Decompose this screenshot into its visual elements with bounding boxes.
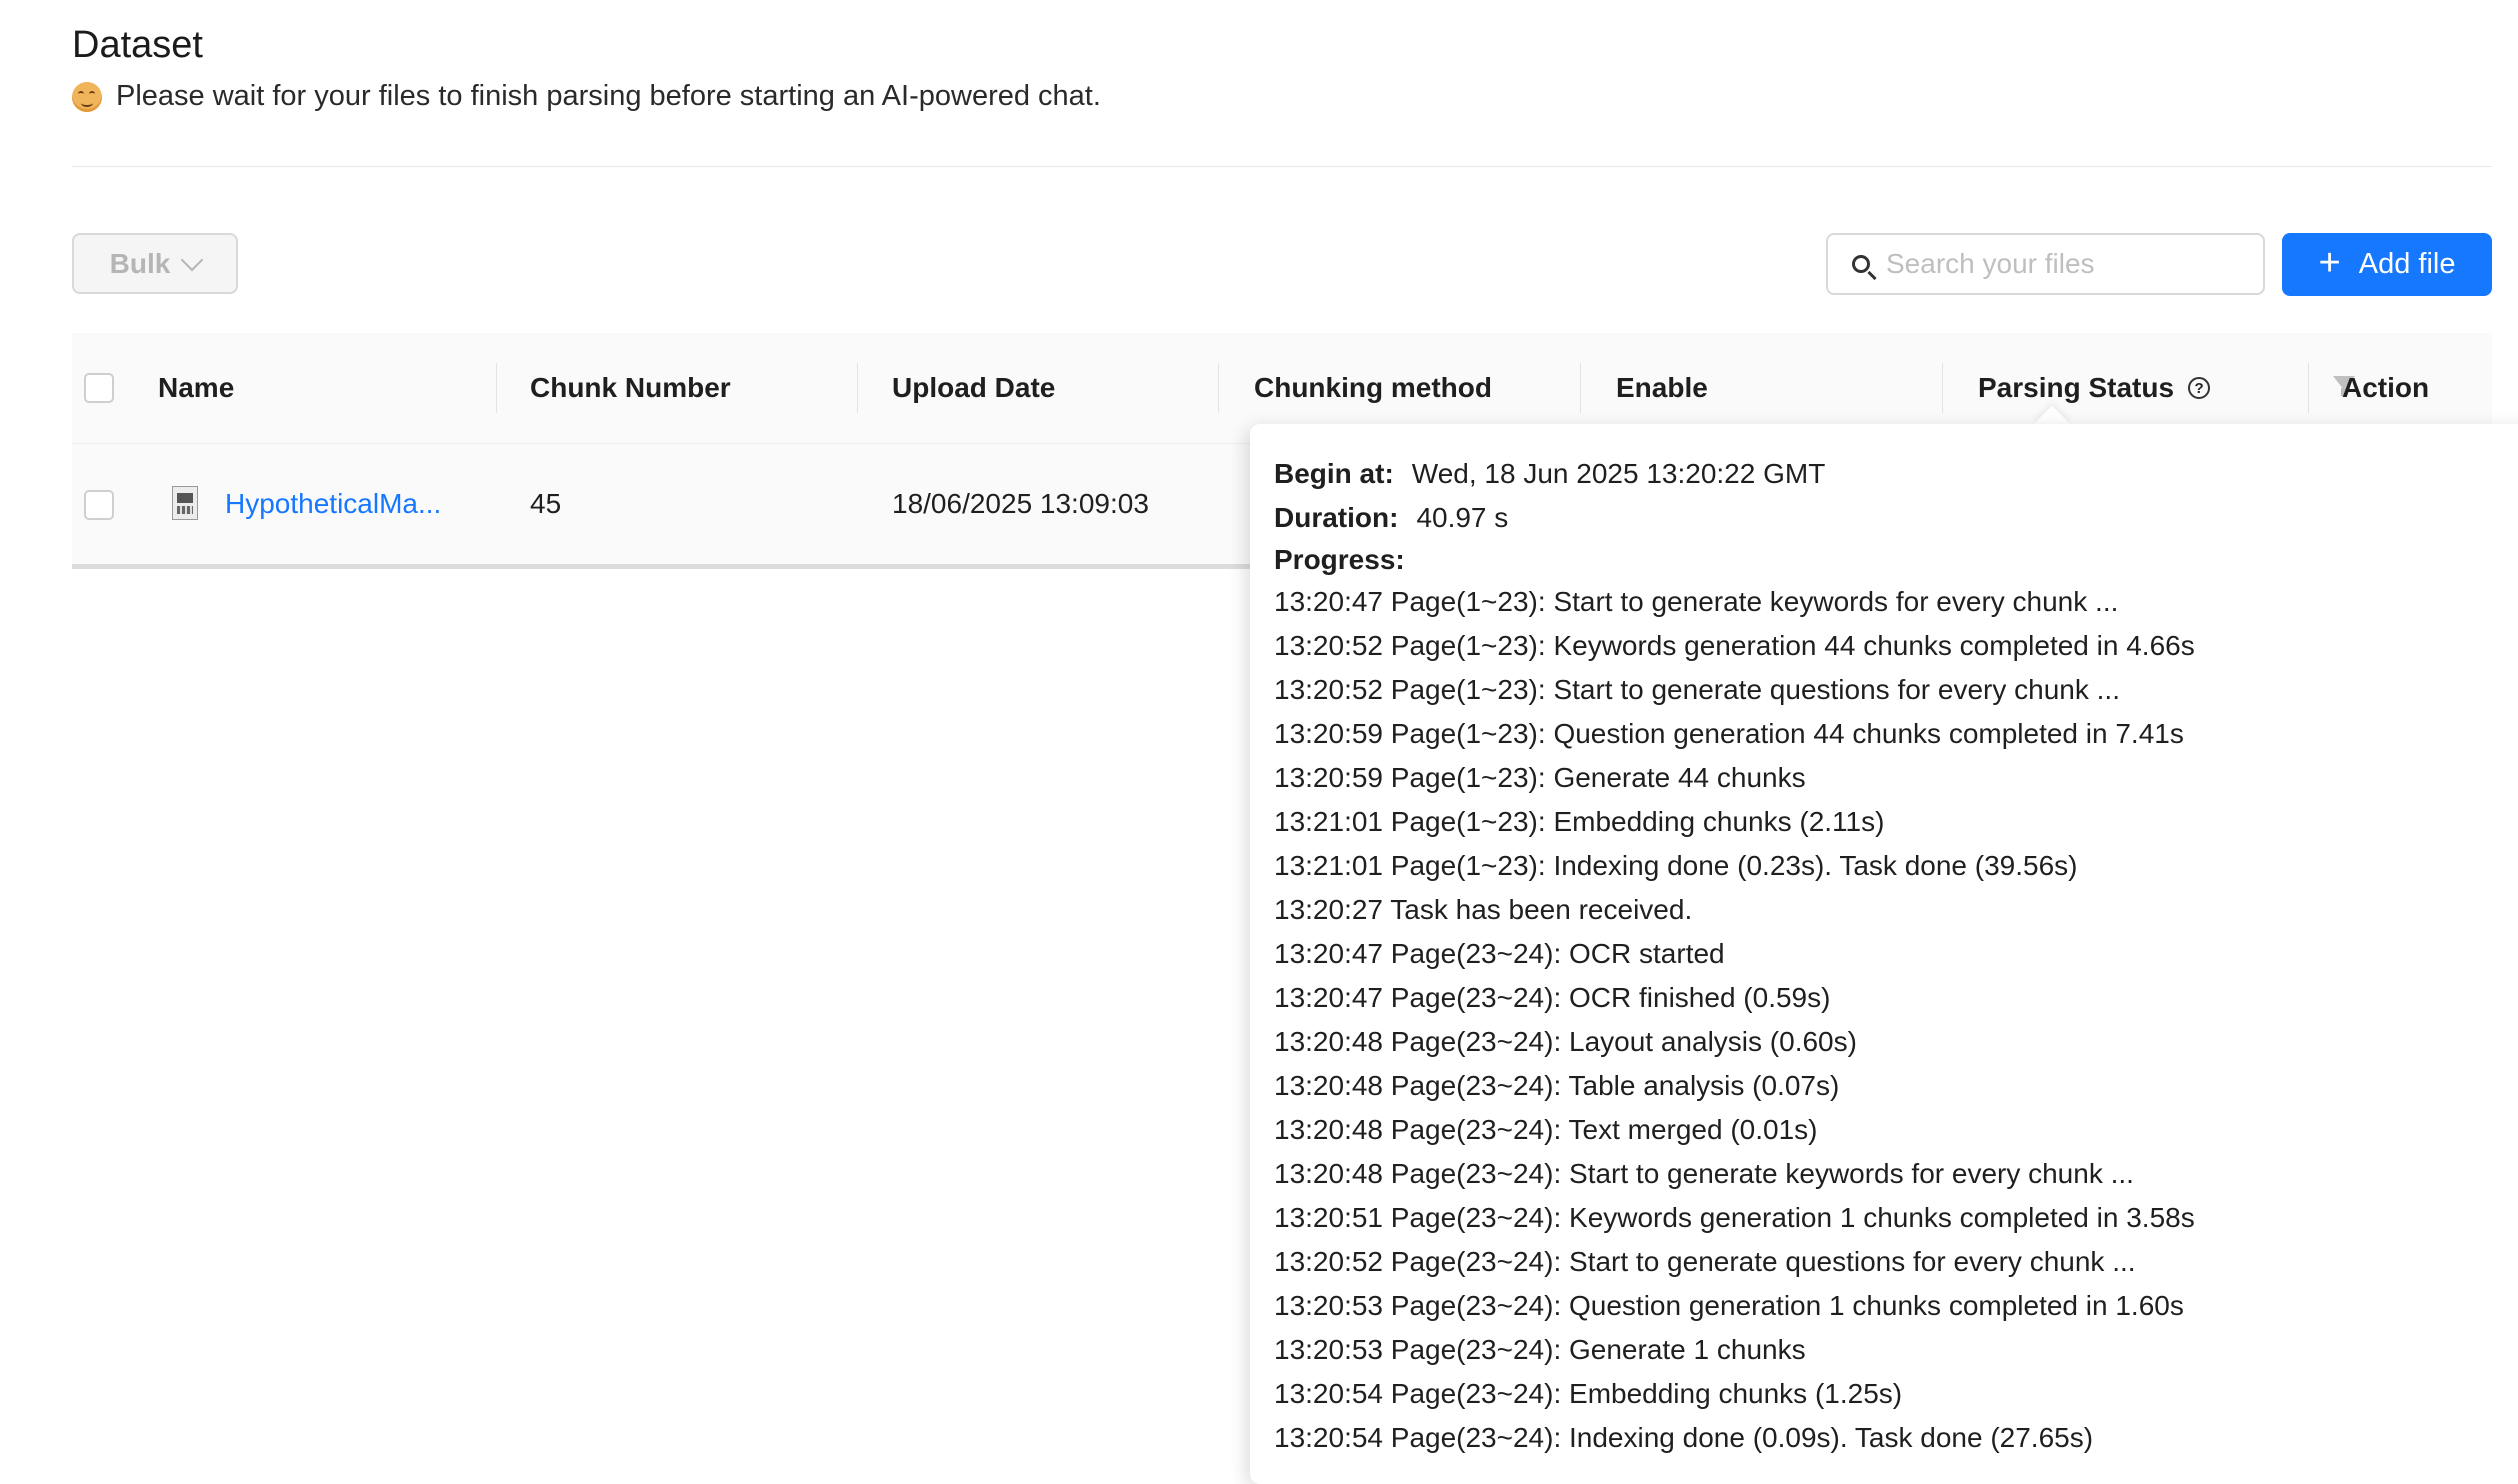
log-line: 13:20:47 Page(23~24): OCR started	[1274, 938, 1725, 969]
log-line: 13:21:01 Page(1~23): Embedding chunks (2…	[1274, 806, 1885, 837]
log-line: 13:20:53 Page(23~24): Question generatio…	[1274, 1290, 2184, 1321]
log-line: 13:20:48 Page(23~24): Start to generate …	[1274, 1158, 2134, 1189]
progress-row: Progress:	[1274, 540, 2516, 580]
file-name[interactable]: HypotheticalMa...	[225, 488, 441, 520]
parsing-status-popover: Begin at: Wed, 18 Jun 2025 13:20:22 GMT D…	[1250, 424, 2518, 1484]
column-divider	[2308, 363, 2309, 413]
log-line: 13:20:59 Page(1~23): Question generation…	[1274, 718, 2184, 749]
help-circle-icon[interactable]: ?	[2188, 377, 2211, 399]
log-line: 13:20:48 Page(23~24): Table analysis (0.…	[1274, 1070, 1840, 1101]
progress-label: Progress:	[1274, 544, 1405, 575]
select-all-checkbox[interactable]	[84, 373, 114, 403]
smiling-face-icon	[72, 81, 102, 112]
duration-label: Duration:	[1274, 502, 1399, 533]
progress-log: 13:20:47 Page(1~23): Start to generate k…	[1274, 580, 2516, 1460]
chevron-down-icon	[181, 248, 204, 271]
file-thumbnail-icon	[172, 486, 198, 520]
row-checkbox[interactable]	[84, 490, 114, 520]
log-line: 13:20:48 Page(23~24): Text merged (0.01s…	[1274, 1114, 1818, 1145]
page-title: Dataset	[72, 24, 203, 66]
log-line: 13:21:01 Page(1~23): Indexing done (0.23…	[1274, 850, 2078, 881]
log-line: 13:20:53 Page(23~24): Generate 1 chunks	[1274, 1334, 1806, 1365]
column-divider	[1218, 363, 1219, 413]
begin-at-label: Begin at:	[1274, 458, 1394, 489]
search-input[interactable]	[1884, 247, 2248, 281]
header-divider	[72, 166, 2492, 167]
search-field[interactable]	[1826, 233, 2265, 295]
log-line: 13:20:59 Page(1~23): Generate 44 chunks	[1274, 762, 1806, 793]
log-line: 13:20:54 Page(23~24): Indexing done (0.0…	[1274, 1422, 2094, 1453]
plus-icon: +	[2318, 241, 2341, 284]
log-line: 13:20:47 Page(1~23): Start to generate k…	[1274, 586, 2119, 617]
log-line: 13:20:51 Page(23~24): Keywords generatio…	[1274, 1202, 2195, 1233]
begin-at-row: Begin at: Wed, 18 Jun 2025 13:20:22 GMT	[1274, 452, 2516, 496]
add-file-button[interactable]: + Add file	[2282, 233, 2492, 296]
subtitle-text: Please wait for your files to finish par…	[116, 80, 1101, 112]
begin-at-value: Wed, 18 Jun 2025 13:20:22 GMT	[1411, 458, 1826, 489]
log-line: 13:20:27 Task has been received.	[1274, 894, 1693, 925]
add-file-label: Add file	[2358, 248, 2456, 280]
search-icon	[1852, 255, 1870, 273]
column-divider	[496, 363, 497, 413]
bulk-label: Bulk	[109, 247, 171, 279]
file-name-link[interactable]: HypotheticalMa...	[225, 444, 441, 564]
log-line: 13:20:47 Page(23~24): OCR finished (0.59…	[1274, 982, 1831, 1013]
column-header-name[interactable]: Name	[158, 333, 234, 443]
column-divider	[1942, 363, 1943, 413]
column-divider	[857, 363, 858, 413]
duration-value: 40.97 s	[1416, 502, 1509, 533]
column-header-chunk-number[interactable]: Chunk Number	[530, 333, 731, 443]
log-line: 13:20:52 Page(1~23): Start to generate q…	[1274, 674, 2120, 705]
column-divider	[1580, 363, 1581, 413]
log-line: 13:20:48 Page(23~24): Layout analysis (0…	[1274, 1026, 1857, 1057]
bulk-button[interactable]: Bulk	[72, 233, 238, 294]
log-line: 13:20:54 Page(23~24): Embedding chunks (…	[1274, 1378, 1903, 1409]
upload-date-cell: 18/06/2025 13:09:03	[892, 488, 1149, 519]
log-line: 13:20:52 Page(1~23): Keywords generation…	[1274, 630, 2195, 661]
page-subtitle: Please wait for your files to finish par…	[72, 80, 1101, 113]
chunk-number-cell: 45	[530, 488, 562, 519]
parsing-status-label: Parsing Status	[1978, 372, 2175, 403]
log-line: 13:20:52 Page(23~24): Start to generate …	[1274, 1246, 2136, 1277]
duration-row: Duration: 40.97 s	[1274, 496, 2516, 540]
column-header-upload-date[interactable]: Upload Date	[892, 333, 1055, 443]
